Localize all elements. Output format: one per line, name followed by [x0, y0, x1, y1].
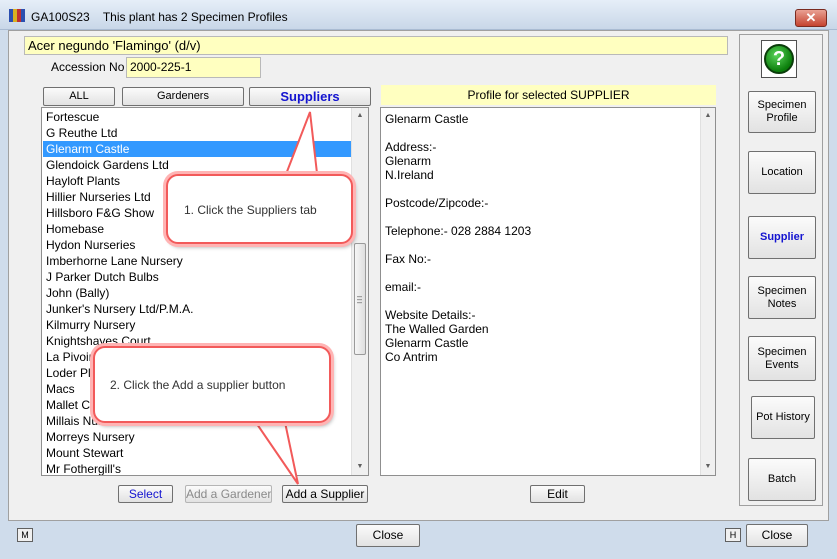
- specimen-profile-button[interactable]: Specimen Profile: [748, 91, 816, 133]
- window-close-button[interactable]: ✕: [795, 9, 827, 27]
- profile-scrollbar[interactable]: ▲ ▼: [700, 108, 715, 475]
- window-title-text: This plant has 2 Specimen Profiles: [102, 10, 288, 24]
- scroll-down-icon[interactable]: ▼: [701, 459, 715, 475]
- select-button[interactable]: Select: [118, 485, 173, 503]
- callout-2: 2. Click the Add a supplier button: [93, 346, 331, 423]
- scroll-thumb[interactable]: – – –: [354, 243, 366, 355]
- scroll-up-icon[interactable]: ▲: [352, 108, 368, 124]
- title-bar: GA100S23 This plant has 2 Specimen Profi…: [0, 0, 837, 30]
- app-icon: [9, 9, 25, 22]
- batch-button[interactable]: Batch: [748, 458, 816, 501]
- list-item[interactable]: John (Bally): [43, 285, 352, 301]
- help-icon: ?: [764, 44, 794, 74]
- supplier-button[interactable]: Supplier: [748, 216, 816, 259]
- callout-2-text: 2. Click the Add a supplier button: [110, 378, 286, 392]
- specimen-notes-button[interactable]: Specimen Notes: [748, 276, 816, 319]
- close-button-right[interactable]: Close: [746, 524, 808, 547]
- tab-all[interactable]: ALL: [43, 87, 115, 106]
- profile-header: Profile for selected SUPPLIER: [381, 85, 716, 105]
- profile-panel: Glenarm Castle Address:- Glenarm N.Irela…: [380, 107, 716, 476]
- window-code: GA100S23: [31, 10, 90, 24]
- scroll-down-icon[interactable]: ▼: [352, 459, 368, 475]
- m-button[interactable]: M: [17, 528, 33, 542]
- list-item[interactable]: Mount Stewart: [43, 445, 352, 461]
- list-item[interactable]: Morreys Nursery: [43, 429, 352, 445]
- accession-no-field: 2000-225-1: [126, 57, 261, 78]
- close-button[interactable]: Close: [356, 524, 420, 547]
- callout-1-text: 1. Click the Suppliers tab: [184, 203, 317, 217]
- plant-name-field: Acer negundo 'Flamingo' (d/v): [24, 36, 728, 55]
- tab-gardeners[interactable]: Gardeners: [122, 87, 244, 106]
- pot-history-button[interactable]: Pot History: [751, 396, 815, 439]
- add-gardener-button[interactable]: Add a Gardener: [185, 485, 272, 503]
- location-button[interactable]: Location: [748, 151, 816, 194]
- tab-suppliers[interactable]: Suppliers: [249, 87, 371, 106]
- window-title: GA100S23 This plant has 2 Specimen Profi…: [31, 10, 288, 24]
- close-icon: ✕: [805, 10, 817, 25]
- scroll-up-icon[interactable]: ▲: [701, 108, 715, 124]
- list-item[interactable]: G Reuthe Ltd: [43, 125, 352, 141]
- profile-text: Glenarm Castle Address:- Glenarm N.Irela…: [385, 112, 532, 364]
- edit-button[interactable]: Edit: [530, 485, 585, 503]
- grip-icon: – – –: [357, 291, 363, 307]
- help-button[interactable]: ?: [761, 40, 797, 78]
- list-item[interactable]: Mr Fothergill's: [43, 461, 352, 475]
- h-button[interactable]: H: [725, 528, 741, 542]
- add-supplier-button[interactable]: Add a Supplier: [282, 485, 368, 503]
- list-item[interactable]: Kilmurry Nursery: [43, 317, 352, 333]
- list-item-selected[interactable]: Glenarm Castle: [43, 141, 352, 157]
- list-item[interactable]: Glendoick Gardens Ltd: [43, 157, 352, 173]
- specimen-events-button[interactable]: Specimen Events: [748, 336, 816, 381]
- list-item[interactable]: Fortescue: [43, 109, 352, 125]
- accession-label: Accession No: [51, 60, 125, 74]
- supplier-list-scrollbar[interactable]: ▲ – – – ▼: [351, 108, 368, 475]
- callout-1: 1. Click the Suppliers tab: [166, 174, 353, 244]
- list-item[interactable]: J Parker Dutch Bulbs: [43, 269, 352, 285]
- list-item[interactable]: Imberhorne Lane Nursery: [43, 253, 352, 269]
- list-item[interactable]: Junker's Nursery Ltd/P.M.A.: [43, 301, 352, 317]
